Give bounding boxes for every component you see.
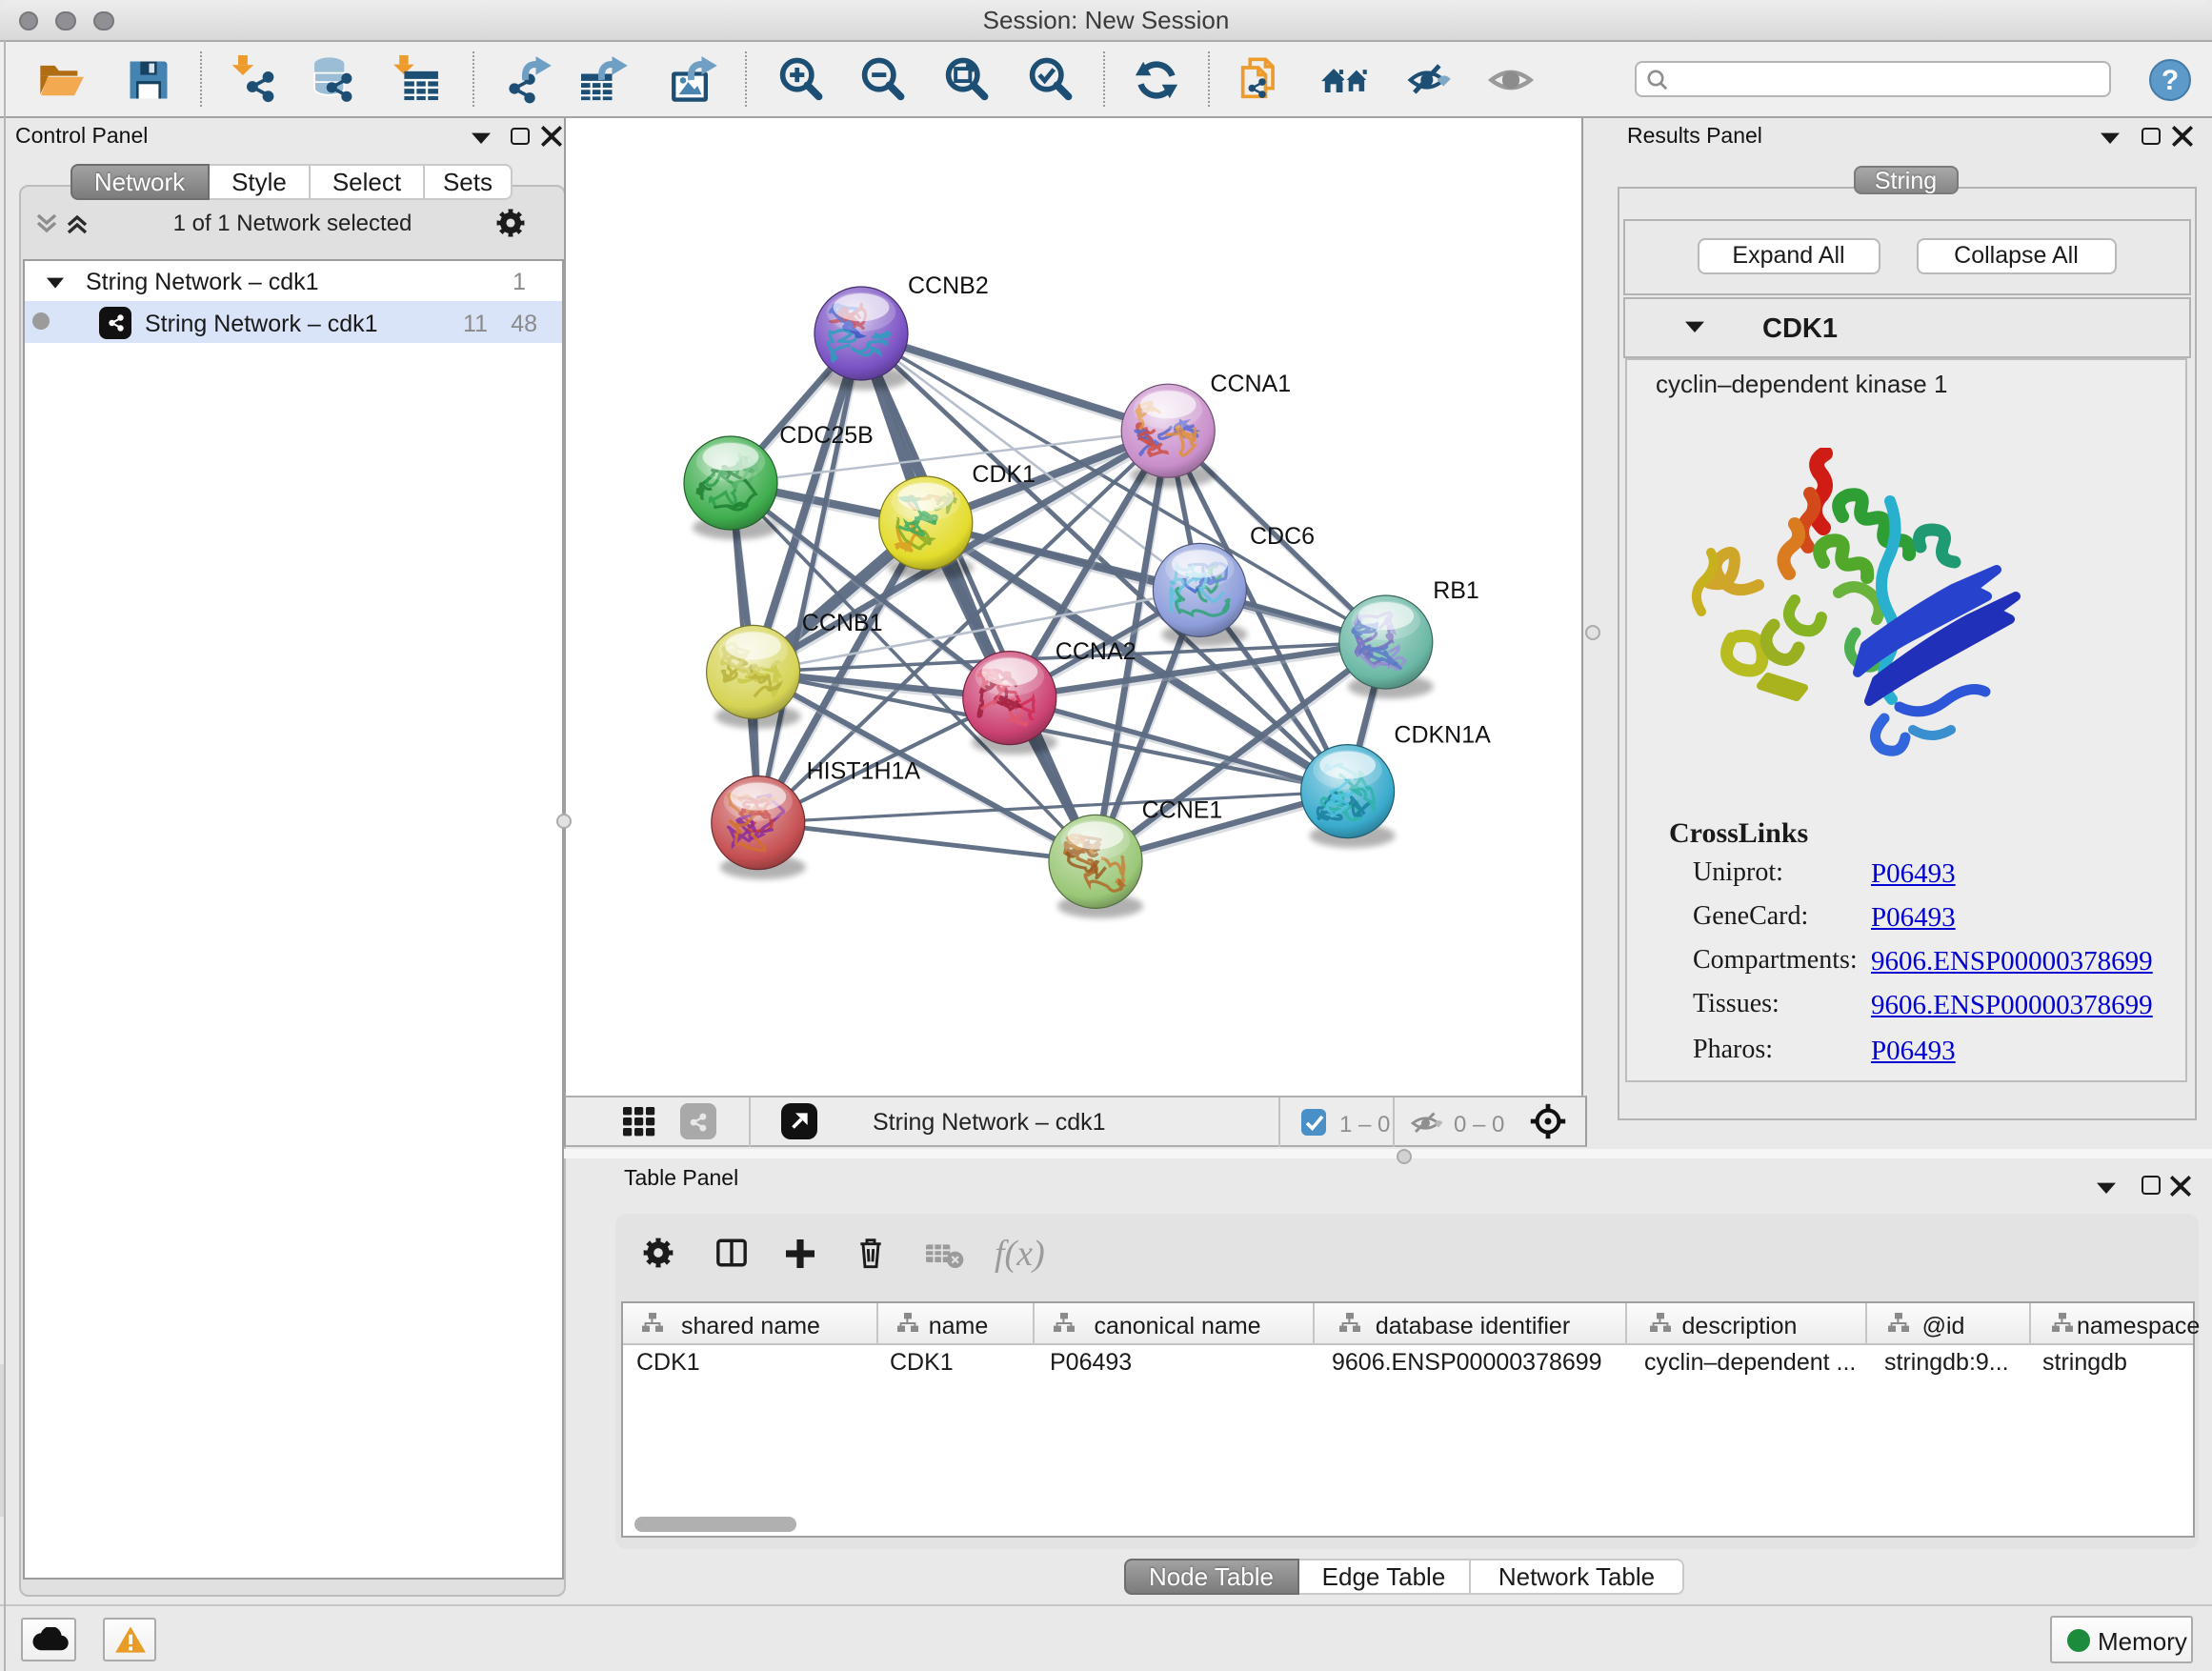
svg-text:RB1: RB1 [1432, 576, 1478, 603]
svg-text:CCNE1: CCNE1 [1141, 795, 1222, 822]
svg-text:CCNA1: CCNA1 [1209, 370, 1290, 396]
svg-text:CDC6: CDC6 [1249, 522, 1314, 549]
svg-text:CCNA2: CCNA2 [1055, 637, 1136, 664]
svg-text:CDC25B: CDC25B [778, 421, 873, 448]
svg-text:CDKN1A: CDKN1A [1393, 720, 1490, 747]
svg-text:CDK1: CDK1 [971, 460, 1035, 487]
svg-text:HIST1H1A: HIST1H1A [806, 757, 920, 784]
svg-text:CCNB2: CCNB2 [907, 272, 988, 298]
svg-text:CCNB1: CCNB1 [801, 609, 882, 635]
